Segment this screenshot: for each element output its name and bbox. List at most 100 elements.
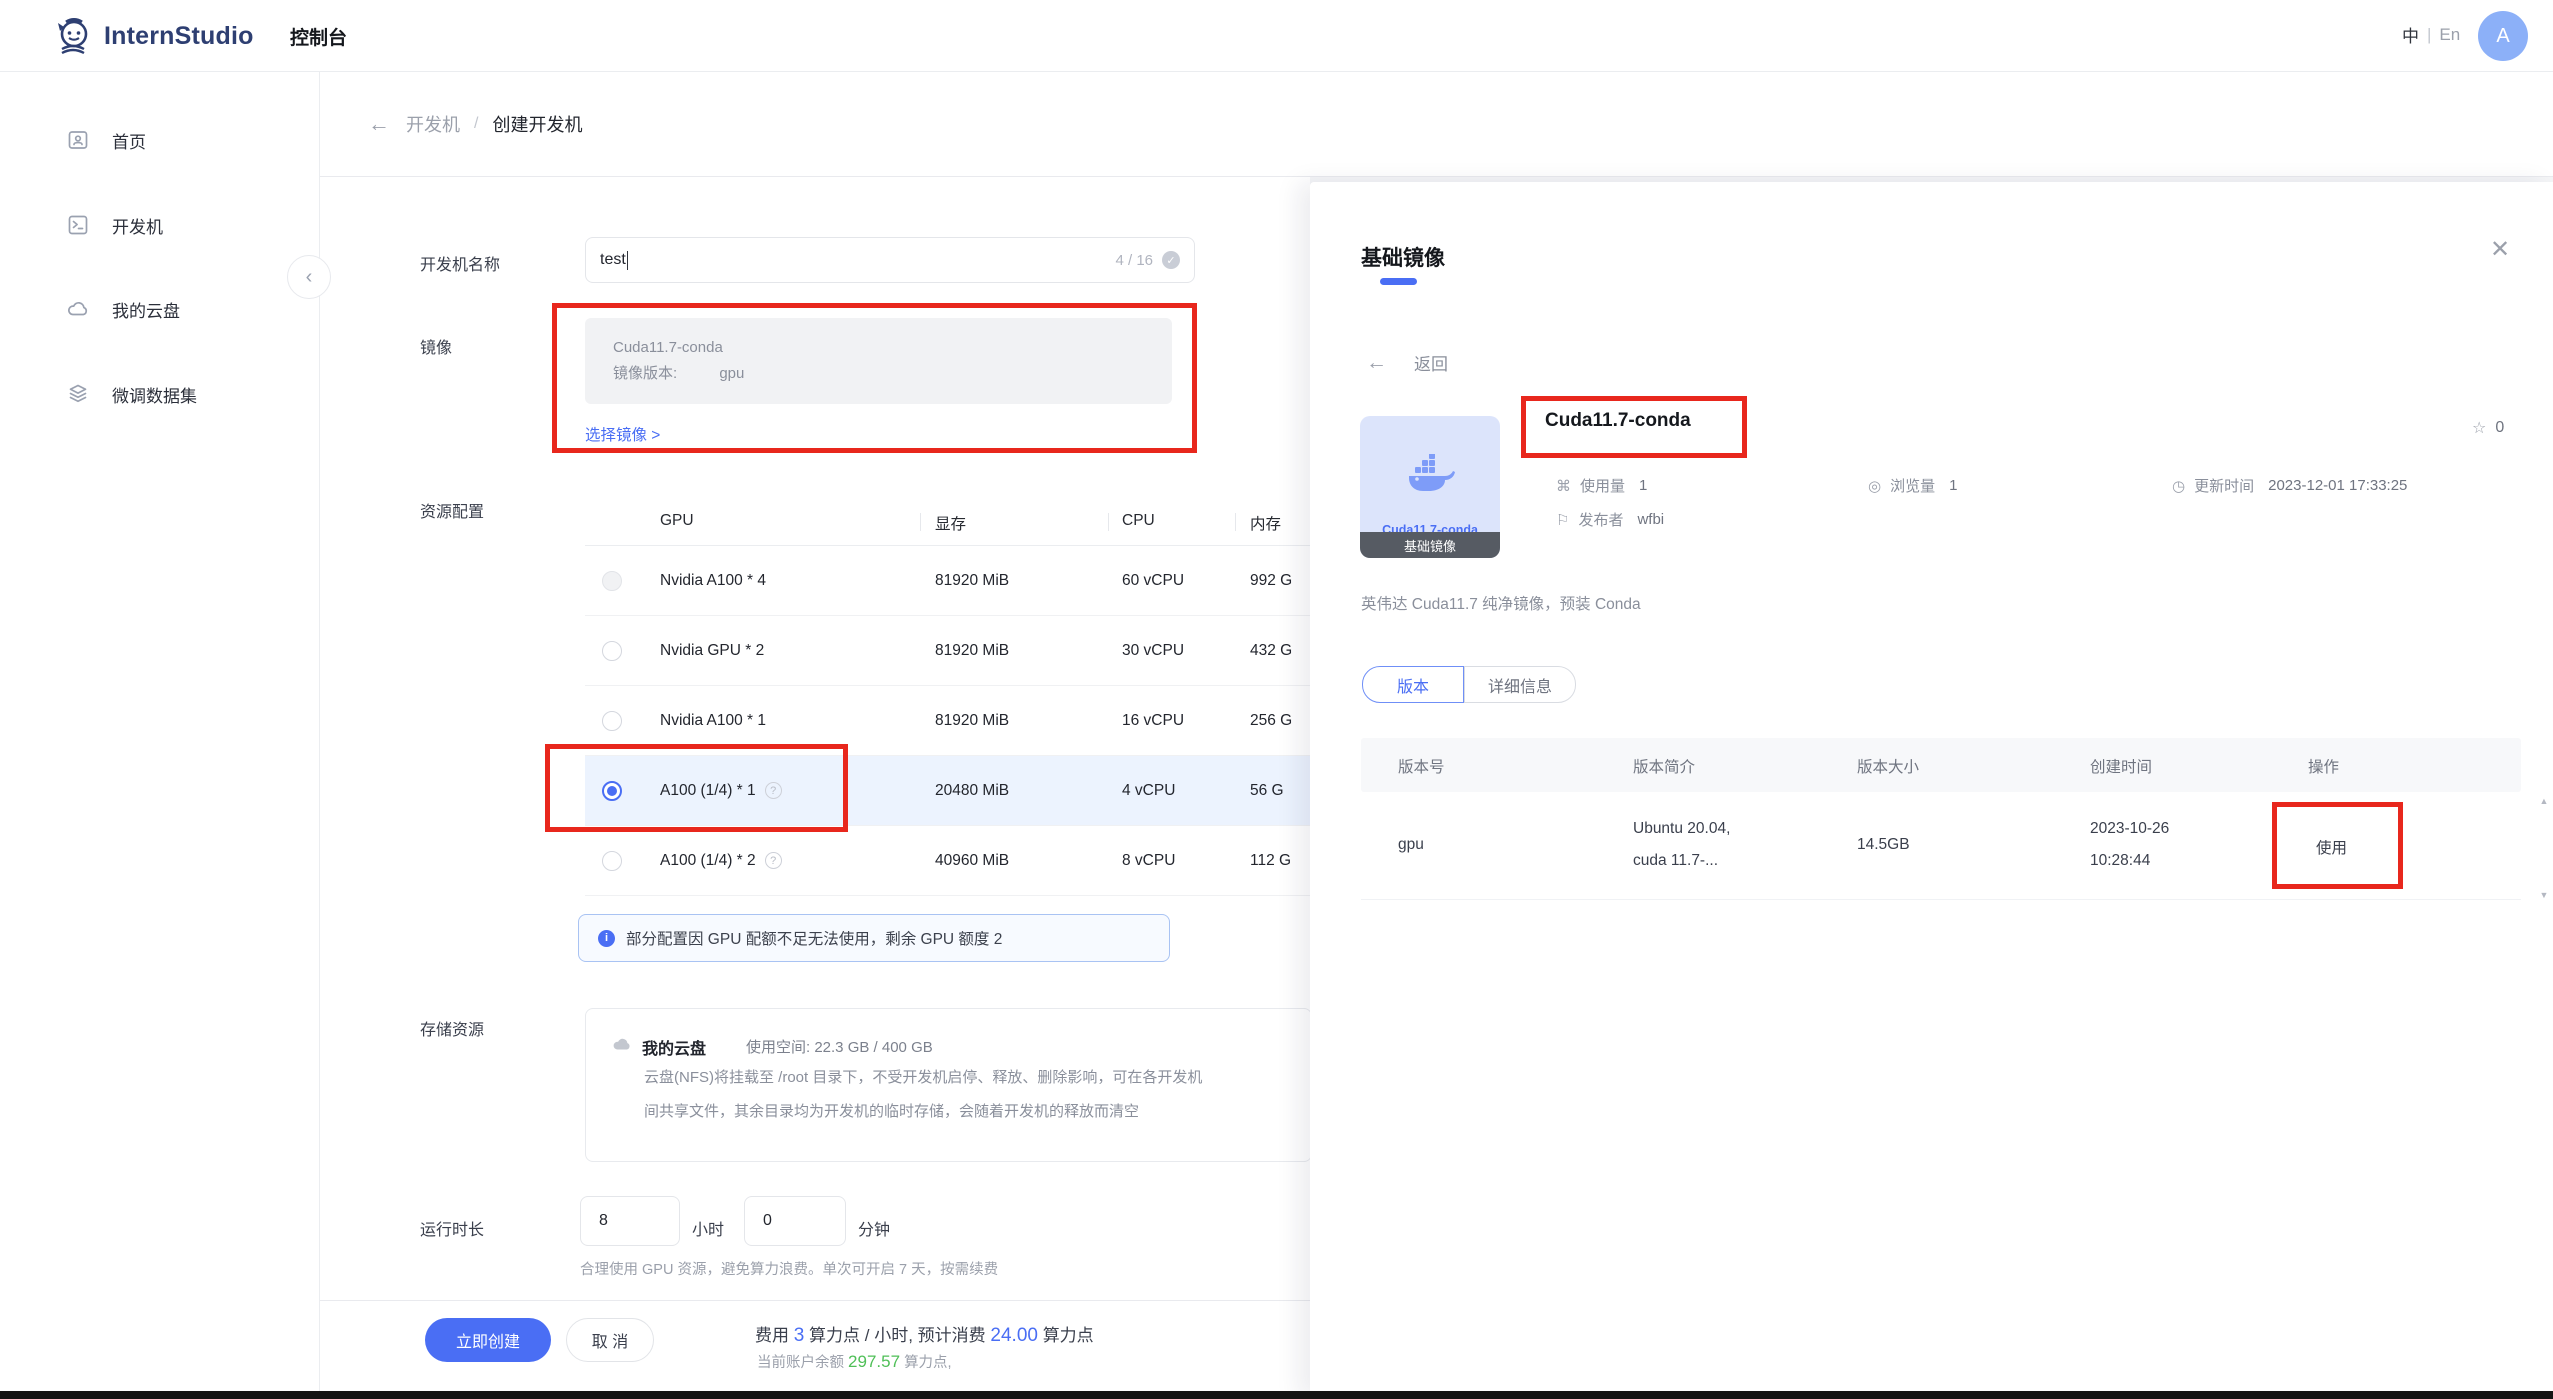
cloud-disk-icon <box>611 1033 633 1055</box>
gpu-cpu: 16 vCPU <box>1122 712 1184 730</box>
tab-details[interactable]: 详细信息 <box>1464 666 1576 703</box>
lang-zh[interactable]: 中 <box>2402 22 2419 47</box>
drawer-title: 基础镜像 <box>1361 242 1445 272</box>
col-size: 版本大小 <box>1857 755 1919 777</box>
image-card[interactable]: Cuda11.7-conda 基础镜像 <box>1360 416 1500 558</box>
version-intro-line2: cuda 11.7-... <box>1633 852 1718 870</box>
version-row: gpu Ubuntu 20.04, cuda 11.7-... 14.5GB 2… <box>1361 792 2521 900</box>
sidebar-collapse-button[interactable]: ‹ <box>287 255 331 299</box>
balance-summary: 当前账户余额 297.57 算力点, <box>757 1351 952 1372</box>
gpu-cpu: 8 vCPU <box>1122 852 1175 870</box>
star-count: 0 <box>2495 419 2504 437</box>
gpu-cpu: 30 vCPU <box>1122 642 1184 660</box>
storage-desc-line2: 间共享文件，其余目录均为开发机的临时存储，会随着开发机的释放而清空 <box>644 1095 1139 1129</box>
image-title: Cuda11.7-conda <box>1545 410 1691 432</box>
gpu-mem: 112 G <box>1250 852 1291 870</box>
runtime-hint: 合理使用 GPU 资源，避免算力浪费。单次可开启 7 天，按需续费 <box>580 1258 998 1279</box>
radio-unchecked[interactable] <box>602 641 622 661</box>
version-table: 版本号 版本简介 版本大小 创建时间 操作 gpu Ubuntu 20.04, … <box>1361 738 2521 900</box>
storage-box: 我的云盘 使用空间: 22.3 GB / 400 GB 云盘(NFS)将挂载至 … <box>585 1008 1312 1162</box>
gpu-name: Nvidia A100 * 1 <box>660 712 766 730</box>
gpu-option-row[interactable]: A100 (1/4) * 2 ? 40960 MiB 8 vCPU 112 G <box>585 826 1312 896</box>
balance-value: 297.57 <box>848 1352 900 1371</box>
version-intro-line1: Ubuntu 20.04, <box>1633 820 1730 838</box>
gpu-vram: 20480 MiB <box>935 782 1009 800</box>
minutes-input[interactable]: 0 <box>744 1196 846 1246</box>
app-logo[interactable]: InternStudio <box>50 13 254 59</box>
gpu-vram: 40960 MiB <box>935 852 1009 870</box>
gpu-vram: 81920 MiB <box>935 642 1009 660</box>
storage-section-label: 存储资源 <box>420 1016 484 1040</box>
logo-mascot-icon <box>50 13 96 59</box>
fee-per-hour: 3 <box>794 1325 805 1346</box>
image-version-label: 镜像版本: <box>613 365 677 382</box>
quota-notice-text: 部分配置因 GPU 配额不足无法使用，剩余 GPU 额度 2 <box>626 927 1002 949</box>
fee-total: 24.00 <box>990 1325 1038 1346</box>
col-gpu: GPU <box>660 512 694 530</box>
star-icon: ☆ <box>2472 418 2486 438</box>
usage-value: 1 <box>1639 477 1647 494</box>
selected-image-box: Cuda11.7-conda 镜像版本: gpu <box>585 318 1172 404</box>
gpu-option-row[interactable]: Nvidia A100 * 4 81920 MiB 60 vCPU 992 G <box>585 546 1312 616</box>
cloud-icon <box>66 297 90 321</box>
drawer-back-label: 返回 <box>1414 350 1448 375</box>
sidebar-item-devmachine[interactable]: 开发机 <box>0 199 320 251</box>
help-icon[interactable]: ? <box>765 852 782 869</box>
cancel-button[interactable]: 取 消 <box>566 1318 654 1362</box>
choose-image-link[interactable]: 选择镜像 > <box>585 423 660 445</box>
logo-text: InternStudio <box>104 22 254 51</box>
breadcrumb-parent[interactable]: 开发机 <box>406 111 460 137</box>
back-arrow-icon: ← <box>1366 351 1387 375</box>
drawer-title-underline <box>1380 278 1417 285</box>
radio-unchecked[interactable] <box>602 571 622 591</box>
terminal-icon <box>66 213 90 237</box>
radio-checked[interactable] <box>602 781 622 801</box>
col-cpu: CPU <box>1122 512 1155 530</box>
sidebar-item-label: 首页 <box>112 128 146 153</box>
col-created: 创建时间 <box>2090 755 2152 777</box>
gpu-option-row[interactable]: Nvidia GPU * 2 81920 MiB 30 vCPU 432 G <box>585 616 1312 686</box>
resource-section-label: 资源配置 <box>420 498 484 522</box>
sidebar-item-home[interactable]: 首页 <box>0 114 320 166</box>
col-mem: 内存 <box>1250 512 1281 534</box>
use-image-button[interactable]: 使用 <box>2316 836 2347 858</box>
lang-en[interactable]: En <box>2439 25 2460 45</box>
col-vram: 显存 <box>935 512 966 534</box>
sidebar-item-label: 我的云盘 <box>112 297 180 322</box>
nav-console[interactable]: 控制台 <box>290 23 347 50</box>
hours-input[interactable]: 8 <box>580 1196 680 1246</box>
gpu-cpu: 4 vCPU <box>1122 782 1175 800</box>
drawer-close-icon[interactable]: ✕ <box>2485 234 2515 264</box>
devmachine-name-input[interactable]: test 4 / 16 ✓ <box>585 237 1195 283</box>
breadcrumb-current: 创建开发机 <box>492 111 582 137</box>
drawer-back-button[interactable]: ← 返回 <box>1366 350 1448 375</box>
help-icon[interactable]: ? <box>765 782 782 799</box>
back-arrow-icon[interactable]: ← <box>368 111 390 137</box>
gpu-name: A100 (1/4) * 1 ? <box>660 782 782 800</box>
image-field-label: 镜像 <box>420 334 452 358</box>
sidebar-item-dataset[interactable]: 微调数据集 <box>0 368 320 420</box>
gpu-option-row-selected[interactable]: A100 (1/4) * 1 ? 20480 MiB 4 vCPU 56 G <box>585 756 1312 826</box>
views-icon: ◎ <box>1868 477 1881 495</box>
form-footer: 立即创建 取 消 费用 3 算力点 / 小时, 预计消费 24.00 算力点 当… <box>320 1300 1310 1391</box>
drawer-tabs: 版本 详细信息 <box>1362 666 1576 703</box>
table-scrollbar[interactable]: ▲ ▼ <box>2537 796 2551 900</box>
scroll-up-icon: ▲ <box>2540 796 2549 806</box>
gpu-mem: 56 G <box>1250 782 1284 800</box>
gpu-vram: 81920 MiB <box>935 572 1009 590</box>
language-switcher[interactable]: 中 | En <box>2402 22 2460 47</box>
create-now-button[interactable]: 立即创建 <box>425 1318 551 1362</box>
gpu-option-row[interactable]: Nvidia A100 * 1 81920 MiB 16 vCPU 256 G <box>585 686 1312 756</box>
col-action: 操作 <box>2308 755 2339 777</box>
star-rating[interactable]: ☆ 0 <box>2472 418 2504 438</box>
gpu-name: Nvidia A100 * 4 <box>660 572 766 590</box>
gpu-mem: 992 G <box>1250 572 1292 590</box>
radio-unchecked[interactable] <box>602 711 622 731</box>
sidebar-item-clouddisk[interactable]: 我的云盘 <box>0 283 320 335</box>
avatar[interactable]: A <box>2478 11 2528 61</box>
tab-version[interactable]: 版本 <box>1362 666 1464 703</box>
radio-unchecked[interactable] <box>602 851 622 871</box>
gpu-mem: 432 G <box>1250 642 1292 660</box>
sidebar: 首页 开发机 我的云盘 微调数据集 <box>0 72 320 1391</box>
docker-icon <box>1407 454 1455 494</box>
